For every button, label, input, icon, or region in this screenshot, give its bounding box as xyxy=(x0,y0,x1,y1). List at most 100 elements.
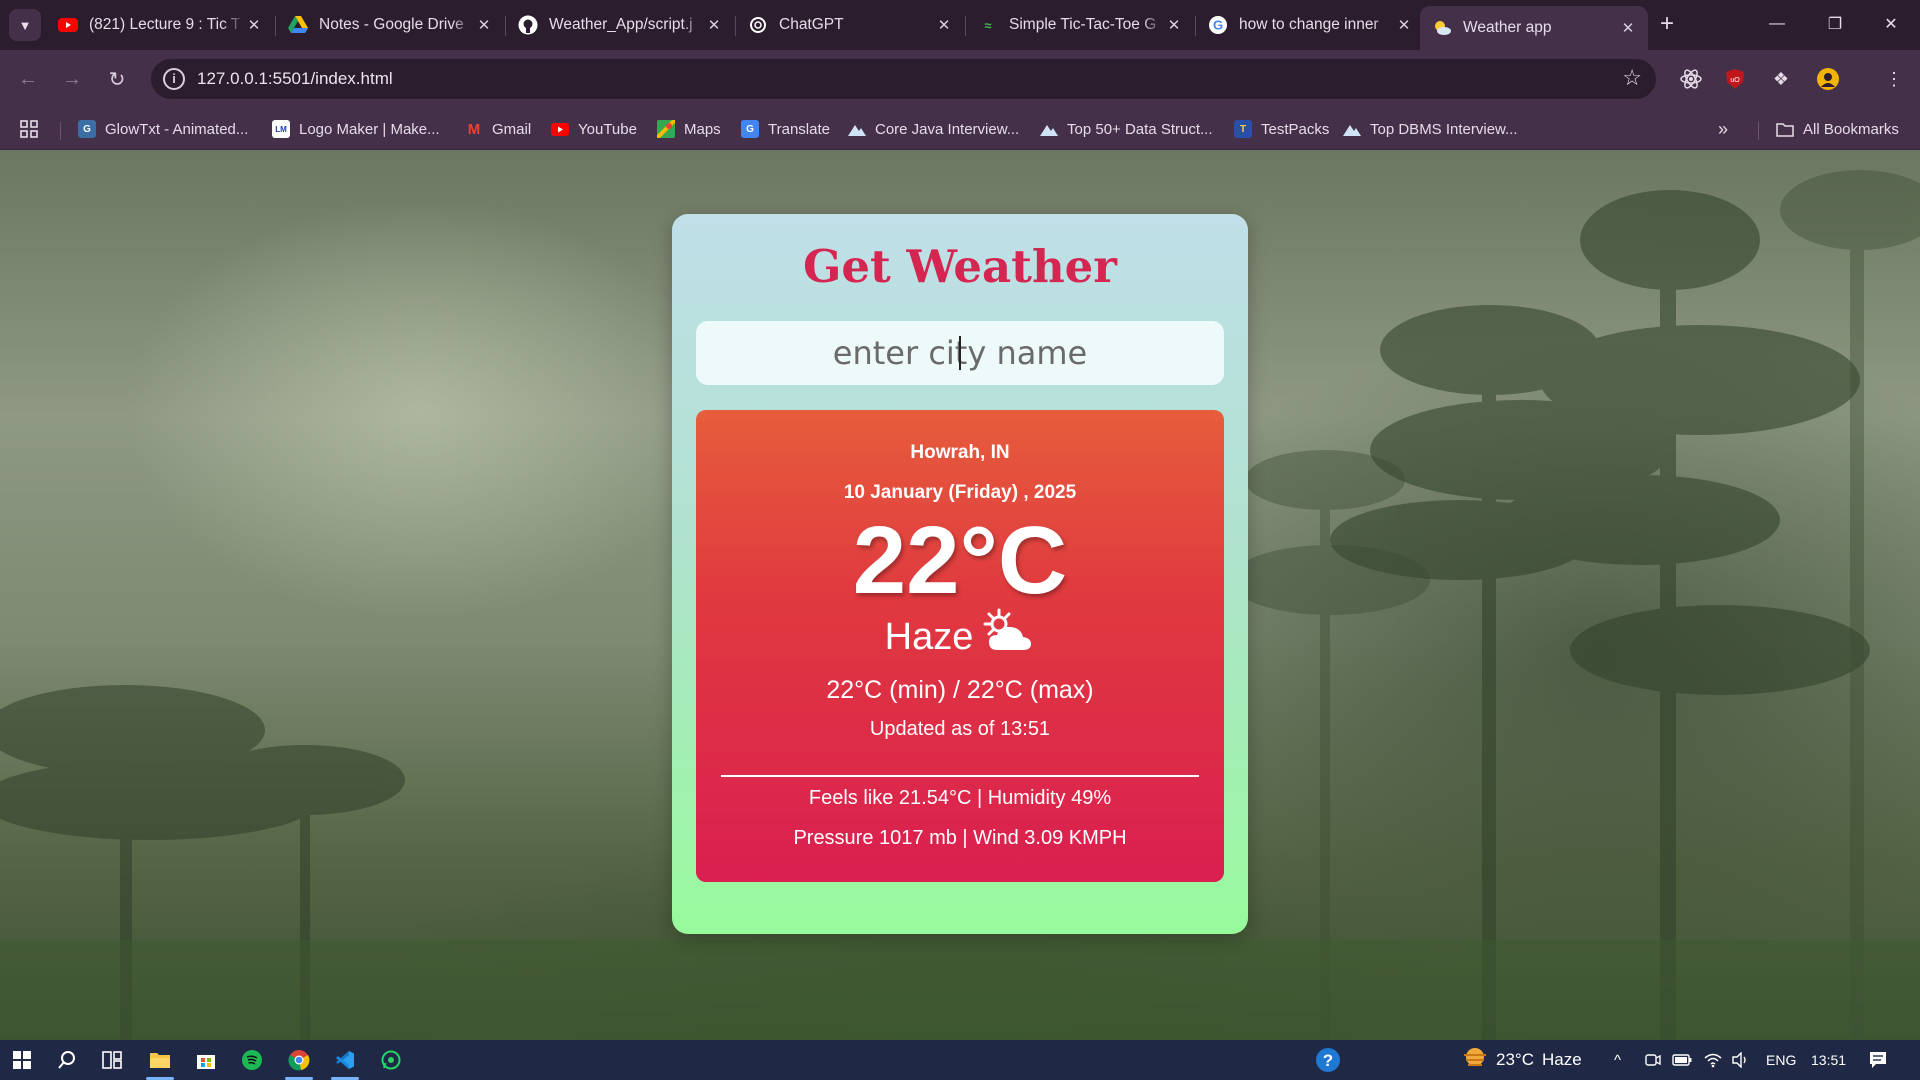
haze-sun-icon xyxy=(1462,1047,1488,1073)
bookmark-logo-maker[interactable]: LM Logo Maker | Make... xyxy=(272,116,440,142)
restore-button[interactable]: ❐ xyxy=(1806,0,1864,48)
volume-icon[interactable] xyxy=(1732,1040,1750,1080)
mountain-icon xyxy=(1343,120,1361,138)
bookmark-glowtxt[interactable]: G GlowTxt - Animated... xyxy=(78,116,248,142)
close-tab-icon[interactable]: ✕ xyxy=(1164,16,1184,34)
windows-taskbar: ? 23°C Haze ^ ENG 13:51 xyxy=(0,1040,1920,1080)
react-devtools-icon[interactable] xyxy=(1675,63,1707,95)
bookmark-youtube[interactable]: YouTube xyxy=(551,116,637,142)
tab-search-button[interactable]: ▼ xyxy=(9,9,41,41)
text-caret xyxy=(959,336,961,370)
tab-github[interactable]: Weather_App/script.j ✕ xyxy=(506,6,734,44)
back-button[interactable]: ← xyxy=(11,62,45,96)
battery-icon[interactable] xyxy=(1672,1040,1692,1080)
ublock-origin-icon[interactable]: uO xyxy=(1719,63,1751,95)
spotify-icon[interactable] xyxy=(234,1044,270,1076)
close-window-button[interactable]: ✕ xyxy=(1862,0,1920,48)
clock[interactable]: 13:51 xyxy=(1811,1040,1846,1080)
min-max-temperature: 22°C (min) / 22°C (max) xyxy=(826,676,1094,704)
meet-now-icon[interactable] xyxy=(1645,1040,1661,1080)
weather-card: Get Weather Howrah, IN 10 January (Frida… xyxy=(672,214,1248,934)
location-label: Howrah, IN xyxy=(910,442,1010,463)
date-label: 10 January (Friday) , 2025 xyxy=(843,482,1077,503)
extensions-puzzle-icon[interactable]: ❖ xyxy=(1765,63,1797,95)
bookmark-data-structures[interactable]: Top 50+ Data Struct... xyxy=(1040,116,1213,142)
help-icon[interactable]: ? xyxy=(1310,1044,1346,1076)
language-indicator[interactable]: ENG xyxy=(1766,1040,1796,1080)
taskbar-temperature: 23°C xyxy=(1496,1050,1534,1069)
minimize-button[interactable]: — xyxy=(1748,0,1806,48)
profile-avatar[interactable] xyxy=(1812,63,1844,95)
mountain-icon xyxy=(848,120,866,138)
updated-time: Updated as of 13:51 xyxy=(869,718,1051,740)
all-bookmarks-button[interactable]: All Bookmarks xyxy=(1776,116,1899,142)
chatgpt-icon xyxy=(748,15,768,35)
codepen-icon: ≈ xyxy=(984,17,992,33)
tab-google-drive[interactable]: Notes - Google Drive ✕ xyxy=(276,6,504,44)
close-tab-icon[interactable]: ✕ xyxy=(1618,19,1638,37)
tab-weather-app[interactable]: Weather app ✕ xyxy=(1420,6,1648,50)
windows-start-icon[interactable] xyxy=(4,1044,40,1076)
tab-tic-tac-toe[interactable]: ≈ Simple Tic-Tac-Toe G ✕ xyxy=(966,6,1194,44)
bookmarks-bar: G GlowTxt - Animated... LM Logo Maker | Ma… xyxy=(0,108,1920,150)
bookmark-core-java[interactable]: Core Java Interview... xyxy=(848,116,1019,142)
notification-center-icon[interactable] xyxy=(1868,1040,1888,1080)
close-tab-icon[interactable]: ✕ xyxy=(704,16,724,34)
sun-cloud-icon xyxy=(981,608,1035,666)
logo-maker-icon: LM xyxy=(272,120,290,138)
close-tab-icon[interactable]: ✕ xyxy=(474,16,494,34)
bookmark-translate[interactable]: G Translate xyxy=(741,116,830,142)
site-info-icon[interactable]: i xyxy=(163,68,185,90)
folder-icon xyxy=(1776,120,1794,138)
close-tab-icon[interactable]: ✕ xyxy=(1394,16,1414,34)
chrome-icon[interactable] xyxy=(281,1044,317,1080)
mountain-icon xyxy=(1040,120,1058,138)
address-bar[interactable]: i 127.0.0.1:5501/index.html ☆ xyxy=(151,59,1656,99)
more-bookmarks-chevron-icon[interactable]: » xyxy=(1718,116,1728,142)
translate-icon: G xyxy=(741,120,759,138)
condition-text: Haze xyxy=(884,615,974,658)
tab-lecture[interactable]: (821) Lecture 9 : Tic T ✕ xyxy=(46,6,274,44)
apps-grid-icon[interactable] xyxy=(20,116,38,142)
testpacks-icon: T xyxy=(1234,120,1252,138)
url-text[interactable]: 127.0.0.1:5501/index.html xyxy=(197,69,393,89)
condition-row: Haze xyxy=(696,608,1224,666)
temperature-value: 22°C xyxy=(852,507,1068,614)
feels-like-humidity: Feels like 21.54°C | Humidity 49% xyxy=(808,787,1112,809)
reload-button[interactable]: ↻ xyxy=(100,62,134,96)
whatsapp-icon[interactable] xyxy=(373,1044,409,1076)
new-tab-button[interactable]: + xyxy=(1652,10,1682,40)
pressure-wind: Pressure 1017 mb | Wind 3.09 KMPH xyxy=(793,827,1127,849)
close-tab-icon[interactable]: ✕ xyxy=(934,16,954,34)
show-hidden-icons-chevron-icon[interactable]: ^ xyxy=(1614,1040,1621,1080)
divider xyxy=(721,775,1199,777)
forward-button[interactable]: → xyxy=(55,62,89,96)
google-drive-icon xyxy=(288,15,308,35)
bookmark-maps[interactable]: Maps xyxy=(657,116,721,142)
bookmark-star-icon[interactable]: ☆ xyxy=(1622,65,1642,91)
bookmark-testpacks[interactable]: T TestPacks xyxy=(1234,116,1329,142)
file-explorer-icon[interactable] xyxy=(142,1044,178,1080)
browser-menu-icon[interactable]: ⋮ xyxy=(1878,63,1910,95)
youtube-icon xyxy=(58,15,78,35)
svg-text:?: ? xyxy=(1323,1051,1333,1070)
tab-google-search[interactable]: G how to change inner ✕ xyxy=(1196,6,1424,44)
close-tab-icon[interactable]: ✕ xyxy=(244,16,264,34)
wifi-icon[interactable] xyxy=(1704,1040,1722,1080)
microsoft-store-icon[interactable] xyxy=(188,1044,224,1076)
bookmark-gmail[interactable]: M Gmail xyxy=(465,116,531,142)
task-view-icon[interactable] xyxy=(94,1044,130,1076)
search-icon[interactable] xyxy=(49,1044,85,1076)
app-heading: Get Weather xyxy=(802,240,1117,293)
maps-icon xyxy=(657,120,675,138)
vscode-icon[interactable] xyxy=(327,1044,363,1080)
taskbar-weather-widget[interactable]: 23°C Haze xyxy=(1462,1040,1582,1080)
tab-chatgpt[interactable]: ChatGPT ✕ xyxy=(736,6,964,44)
bookmark-dbms[interactable]: Top DBMS Interview... xyxy=(1343,116,1518,142)
tab-strip: ▼ (821) Lecture 9 : Tic T ✕ Notes - Goog… xyxy=(0,0,1920,50)
gmail-icon: M xyxy=(467,120,481,138)
weather-result-panel: Howrah, IN 10 January (Friday) , 2025 22… xyxy=(696,410,1224,882)
google-icon: G xyxy=(1208,15,1228,35)
browser-toolbar: ← → ↻ i 127.0.0.1:5501/index.html ☆ uO ❖… xyxy=(0,50,1920,108)
github-icon xyxy=(518,15,538,35)
